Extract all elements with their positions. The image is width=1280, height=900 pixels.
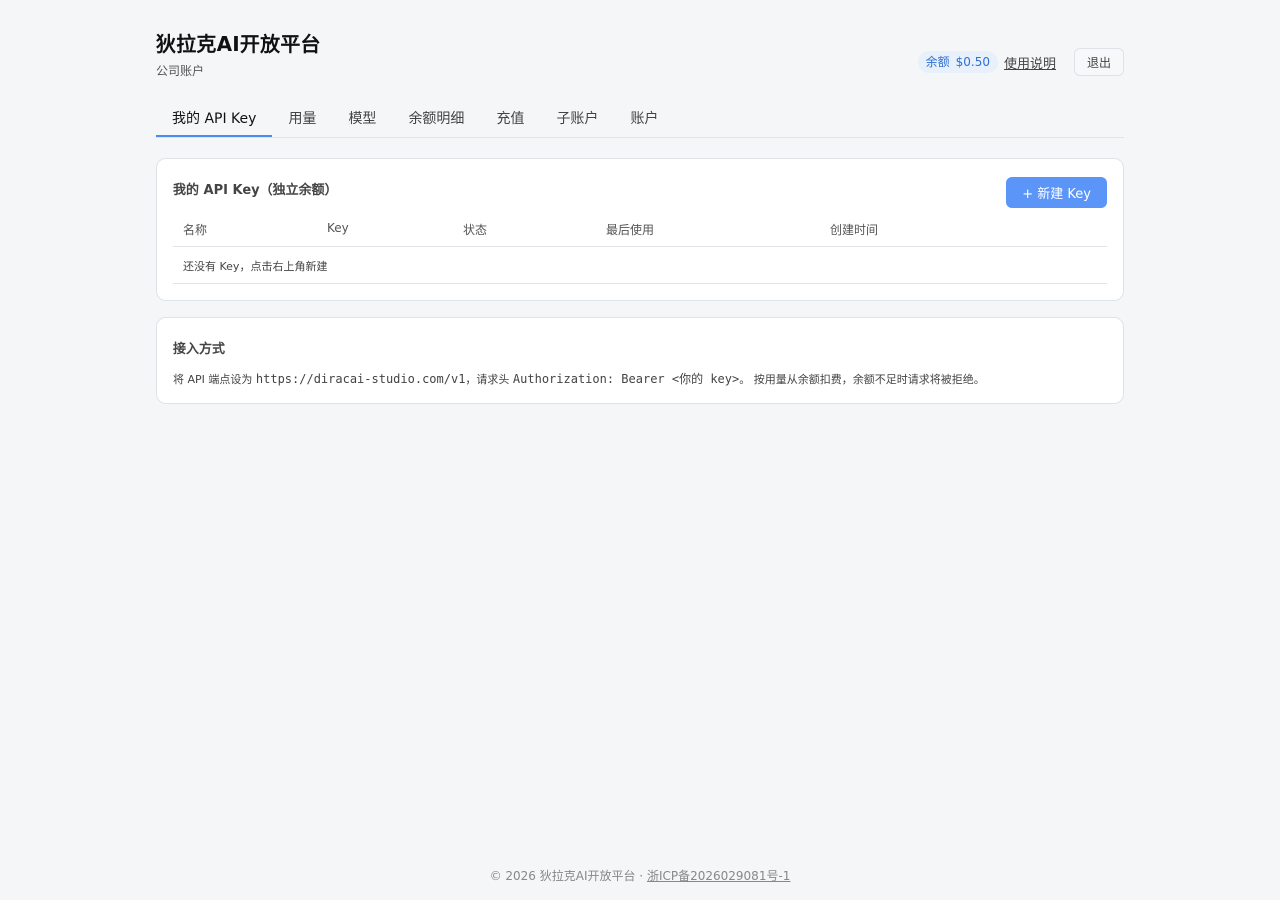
header: 狄拉克AI开放平台 公司账户 余额 $0.50 使用说明 退出	[156, 0, 1124, 100]
column-header-last-used: 最后使用	[606, 223, 655, 237]
api-keys-table: 名称 Key 状态 最后使用 创建时间 还没有 Key，点击右上角新建	[173, 211, 1107, 284]
footer-copyright: © 2026 狄拉克AI开放平台 ·	[489, 869, 647, 883]
logout-button[interactable]: 退出	[1073, 48, 1124, 76]
column-header-created: 创建时间	[830, 223, 879, 237]
empty-state-text: 还没有 Key，点击右上角新建	[183, 260, 328, 273]
auth-header-code: Authorization: Bearer <你的 key>	[512, 372, 740, 386]
table-header: 名称 Key 状态 最后使用 创建时间	[173, 211, 1107, 247]
page: 狄拉克AI开放平台 公司账户 余额 $0.50 使用说明 退出 我的 API K…	[0, 0, 1280, 900]
table-row: 还没有 Key，点击右上角新建	[173, 247, 1107, 284]
api-keys-card-title: 我的 API Key（独立余额）	[173, 183, 338, 198]
access-card: 接入方式 将 API 端点设为 https://diracai-studio.c…	[156, 317, 1124, 404]
tab-sub-accounts[interactable]: 子账户	[540, 100, 614, 137]
tab-usage[interactable]: 用量	[272, 100, 332, 137]
main-container: 狄拉克AI开放平台 公司账户 余额 $0.50 使用说明 退出 我的 API K…	[156, 0, 1124, 404]
balance-label: 余额	[925, 55, 950, 69]
brand-title: 狄拉克AI开放平台	[156, 32, 321, 56]
balance-value: $0.50	[955, 55, 990, 69]
new-key-button[interactable]: + 新建 Key	[1006, 177, 1107, 208]
balance-badge: 余额 $0.50	[917, 51, 998, 73]
access-text-prefix: 将 API 端点设为	[173, 373, 256, 386]
icp-link[interactable]: 浙ICP备2026029081号-1	[647, 869, 790, 883]
column-header-status: 状态	[463, 223, 488, 237]
tab-bar: 我的 API Key 用量 模型 余额明细 充值 子账户 账户	[156, 100, 1124, 138]
tab-account[interactable]: 账户	[614, 100, 674, 137]
tab-balance-details[interactable]: 余额明细	[392, 100, 480, 137]
help-link[interactable]: 使用说明	[1004, 53, 1056, 72]
access-text-middle: ，请求头	[465, 373, 513, 386]
access-instructions: 将 API 端点设为 https://diracai-studio.com/v1…	[173, 370, 985, 387]
account-type: 公司账户	[156, 64, 205, 78]
header-actions: 余额 $0.50 使用说明 退出	[917, 48, 1124, 76]
access-text-suffix: 。 按用量从余额扣费，余额不足时请求将被拒绝。	[739, 373, 985, 386]
footer: © 2026 狄拉克AI开放平台 · 浙ICP备2026029081号-1	[0, 867, 1280, 884]
tab-models[interactable]: 模型	[332, 100, 392, 137]
tab-recharge[interactable]: 充值	[480, 100, 540, 137]
column-header-name: 名称	[183, 223, 208, 237]
tab-api-key[interactable]: 我的 API Key	[156, 100, 273, 137]
column-header-key: Key	[327, 221, 349, 235]
access-card-title: 接入方式	[173, 342, 226, 357]
api-keys-card: 我的 API Key（独立余额） + 新建 Key 名称 Key 状态 最后使用…	[156, 158, 1124, 301]
endpoint-url: https://diracai-studio.com/v1	[255, 372, 466, 386]
